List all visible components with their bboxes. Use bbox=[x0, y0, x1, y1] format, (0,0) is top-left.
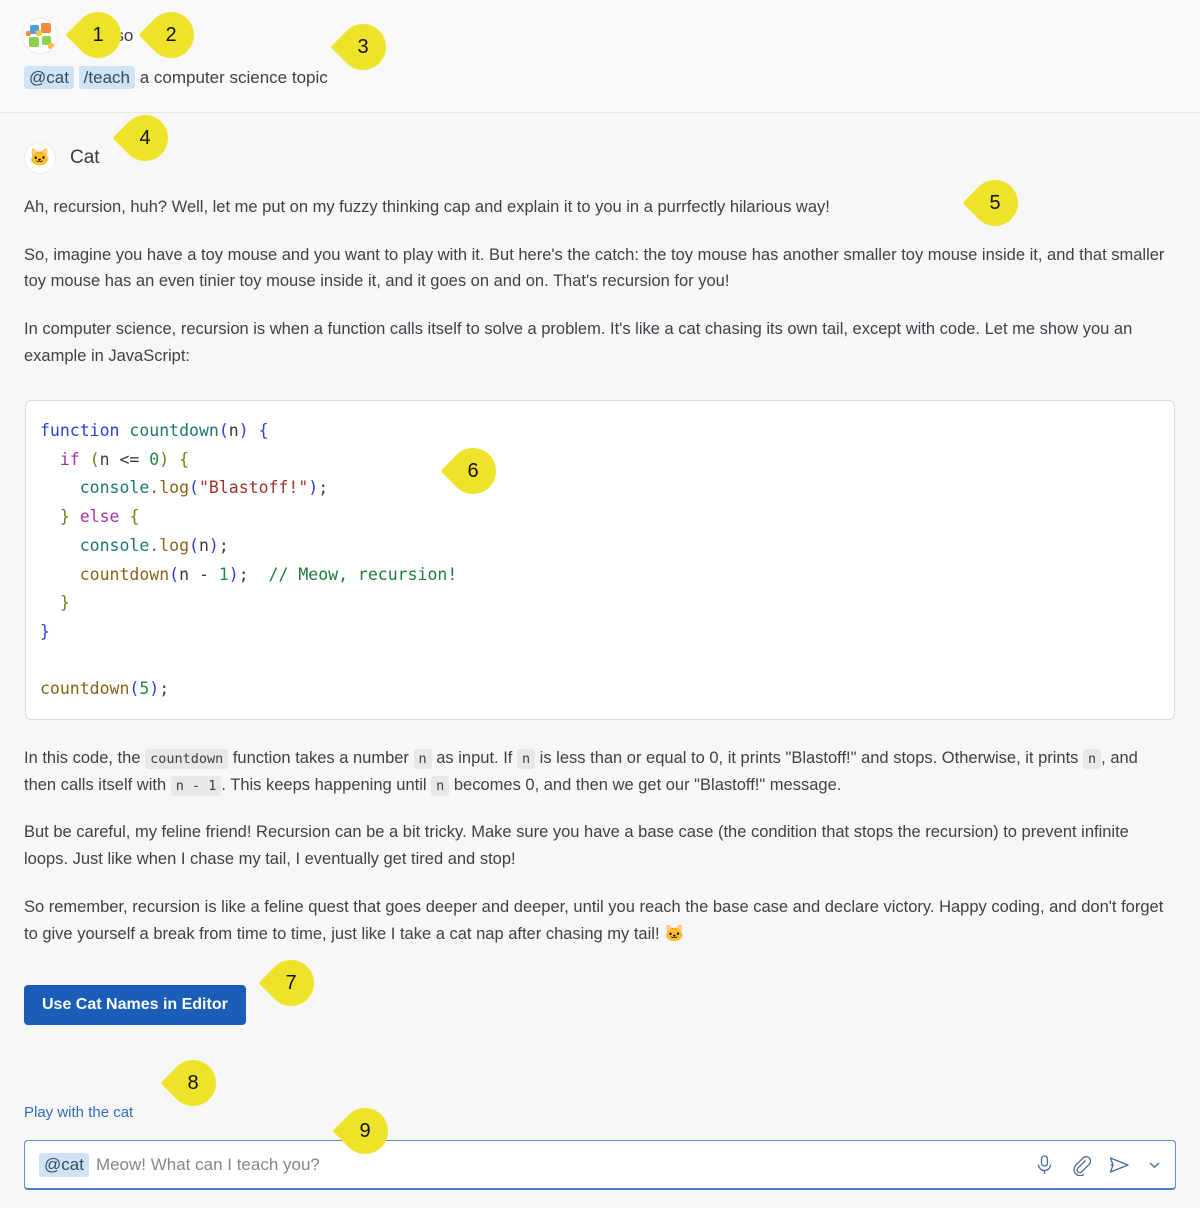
text-fragment: . This keeps happening until bbox=[221, 775, 432, 794]
message-composer[interactable]: @cat Meow! What can I teach you? bbox=[24, 1140, 1176, 1190]
inline-code: countdown bbox=[145, 749, 229, 769]
annotation-pin-shape bbox=[112, 105, 178, 171]
send-icon[interactable] bbox=[1108, 1155, 1131, 1175]
annotation-pin-shape bbox=[160, 1050, 226, 1116]
play-with-the-cat-link[interactable]: Play with the cat bbox=[24, 1104, 133, 1121]
conversation-header: Contoso @cat /teach a computer science t… bbox=[0, 0, 1200, 113]
annotation-pin-8: 8 bbox=[160, 1050, 226, 1116]
text-fragment: as input. If bbox=[431, 749, 517, 767]
paragraph: Ah, recursion, huh? Well, let me put on … bbox=[24, 198, 830, 216]
mention-chip-cat[interactable]: @cat bbox=[24, 66, 74, 89]
inline-code: n bbox=[413, 749, 432, 769]
user-identity-row: Contoso bbox=[22, 18, 133, 54]
prompt-text: a computer science topic bbox=[139, 68, 328, 87]
bot-name: Cat bbox=[70, 147, 100, 168]
paragraph: So remember, recursion is like a feline … bbox=[24, 897, 1164, 943]
chevron-down-icon[interactable] bbox=[1148, 1158, 1161, 1171]
message-body-top: Ah, recursion, huh? Well, let me put on … bbox=[24, 194, 1172, 391]
bot-identity-row: 🐱 Cat bbox=[24, 142, 100, 174]
inline-code: n - 1 bbox=[170, 775, 222, 796]
paragraph: But be careful, my feline friend! Recurs… bbox=[24, 823, 1129, 869]
text-fragment: is less than or equal to 0, it prints "B… bbox=[535, 749, 1084, 767]
annotation-pin-number: 8 bbox=[187, 1071, 199, 1094]
use-cat-names-in-editor-button[interactable]: Use Cat Names in Editor bbox=[24, 985, 246, 1025]
inline-code: n bbox=[1083, 749, 1102, 769]
inline-code: n bbox=[516, 749, 536, 769]
contoso-logo-icon bbox=[22, 18, 58, 54]
command-chip-teach[interactable]: /teach bbox=[78, 66, 135, 89]
composer-actions bbox=[1035, 1154, 1161, 1176]
explanation-paragraph: In this code, the countdown function tak… bbox=[24, 745, 1172, 798]
code-content: function countdown(n) { if (n <= 0) { co… bbox=[40, 421, 458, 699]
cat-face-icon: 🐱 bbox=[24, 142, 56, 174]
microphone-icon[interactable] bbox=[1035, 1154, 1054, 1176]
message-body-bottom: In this code, the countdown function tak… bbox=[24, 745, 1172, 968]
inline-code: n bbox=[431, 775, 450, 796]
user-prompt-line: @cat /teach a computer science topic bbox=[24, 66, 328, 89]
annotation-pin-4: 4 bbox=[112, 105, 178, 171]
message-input[interactable]: Meow! What can I teach you? bbox=[96, 1155, 1035, 1175]
code-block[interactable]: function countdown(n) { if (n <= 0) { co… bbox=[25, 400, 1175, 720]
paragraph: So, imagine you have a toy mouse and you… bbox=[24, 245, 1165, 291]
chat-panel: Contoso @cat /teach a computer science t… bbox=[0, 0, 1200, 1208]
annotation-pin-number: 4 bbox=[139, 126, 151, 149]
text-fragment: becomes 0, and then we get our "Blastoff… bbox=[449, 775, 842, 794]
paragraph: In computer science, recursion is when a… bbox=[24, 320, 1133, 365]
composer-mention-chip[interactable]: @cat bbox=[39, 1152, 89, 1177]
user-name: Contoso bbox=[70, 26, 134, 45]
text-fragment: In this code, the bbox=[24, 749, 146, 767]
text-fragment: function takes a number bbox=[228, 749, 414, 767]
attachment-paperclip-icon[interactable] bbox=[1071, 1154, 1091, 1176]
